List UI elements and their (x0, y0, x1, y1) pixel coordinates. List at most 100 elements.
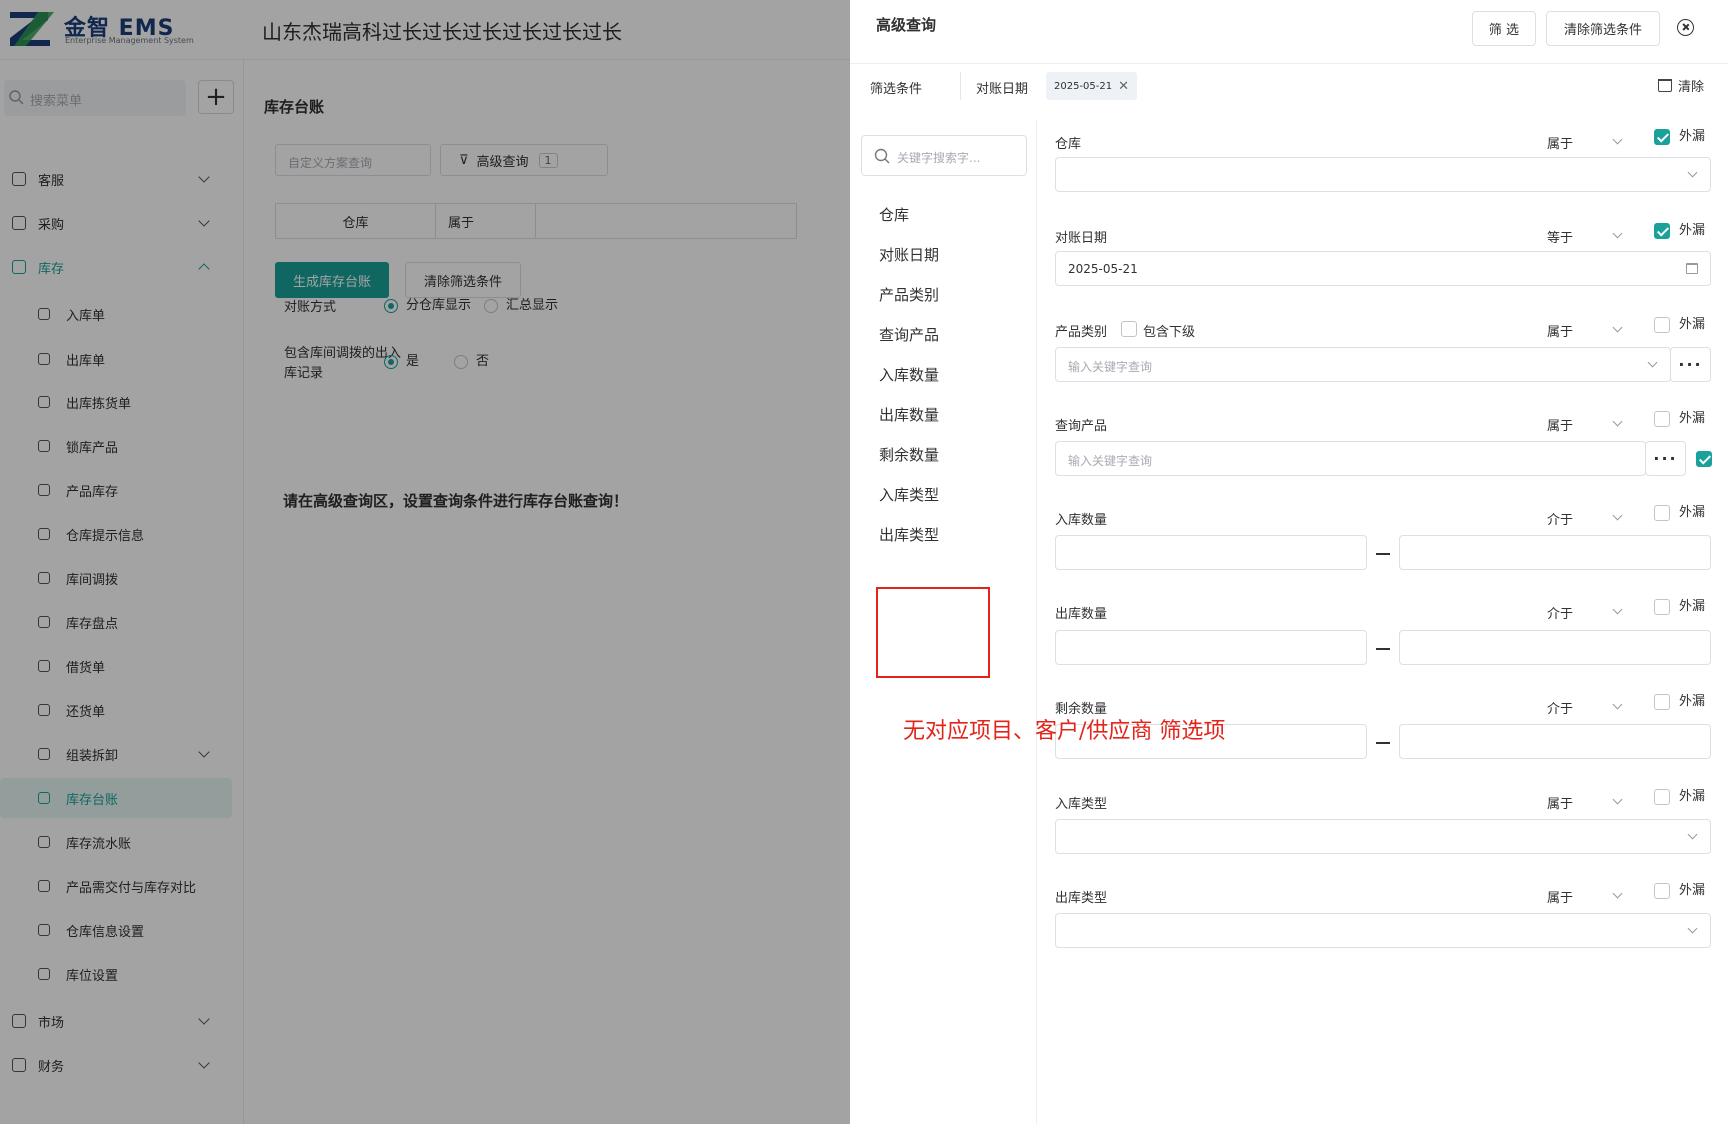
field-list-item[interactable]: 产品类别 (879, 284, 939, 305)
external-checkbox[interactable] (1654, 411, 1670, 427)
more-icon: ··· (1653, 449, 1678, 468)
date-input[interactable]: 2025-05-21 (1055, 251, 1711, 286)
operator-value: 属于 (1547, 891, 1574, 906)
field-label: 对账日期 (1055, 231, 1108, 246)
calendar-icon (1686, 263, 1698, 274)
field-list-item[interactable]: 剩余数量 (879, 444, 939, 465)
external-label: 外漏 (1679, 411, 1706, 426)
drawer-title: 高级查询 (876, 16, 937, 34)
chevron-down-icon (1687, 829, 1698, 840)
field-list-item[interactable]: 查询产品 (879, 324, 939, 345)
close-icon[interactable]: ✕ (1118, 79, 1129, 94)
operator-select[interactable]: 介于 (1547, 603, 1623, 622)
chevron-down-icon (1612, 134, 1623, 145)
field-list-item[interactable]: 出库数量 (879, 404, 939, 425)
out-qty-min-input[interactable] (1055, 630, 1367, 665)
product-more-button[interactable]: ··· (1645, 441, 1686, 476)
chevron-down-icon (1612, 228, 1623, 239)
chevron-down-icon (1647, 357, 1658, 368)
operator-value: 属于 (1547, 419, 1574, 434)
chevron-down-icon (1612, 416, 1623, 427)
external-checkbox[interactable] (1654, 694, 1670, 710)
in-type-select[interactable] (1055, 819, 1711, 854)
clear-filter-button[interactable]: 清除筛选条件 (1546, 11, 1660, 46)
condition-field-name: 对账日期 (976, 82, 1029, 97)
category-more-button[interactable]: ··· (1670, 347, 1711, 382)
operator-select[interactable]: 介于 (1547, 509, 1623, 528)
operator-select[interactable]: 属于 (1547, 793, 1623, 812)
operator-value: 介于 (1547, 607, 1574, 622)
operator-value: 介于 (1547, 513, 1574, 528)
operator-select[interactable]: 属于 (1547, 887, 1623, 906)
remain-qty-max-input[interactable] (1399, 724, 1711, 759)
external-checkbox[interactable] (1654, 505, 1670, 521)
product-extra-checkbox[interactable] (1696, 451, 1712, 467)
range-dash (1376, 742, 1390, 744)
chevron-down-icon (1612, 888, 1623, 899)
condition-tag[interactable]: 2025-05-21 ✕ (1046, 72, 1138, 100)
product-input[interactable]: 输入关键字查询 (1055, 441, 1646, 476)
in-qty-min-input[interactable] (1055, 535, 1367, 570)
field-list-item[interactable]: 入库数量 (879, 364, 939, 385)
external-checkbox[interactable] (1654, 129, 1670, 145)
date-value: 2025-05-21 (1068, 262, 1138, 276)
field-search-input[interactable]: 关键字搜索字... (861, 135, 1027, 176)
external-label: 外漏 (1679, 317, 1706, 332)
operator-select[interactable]: 属于 (1547, 133, 1623, 152)
operator-value: 属于 (1547, 325, 1574, 340)
field-label: 产品类别 (1055, 325, 1108, 340)
field-search-placeholder: 关键字搜索字... (897, 151, 981, 165)
operator-value: 属于 (1547, 797, 1574, 812)
field-label: 入库类型 (1055, 797, 1108, 812)
external-label: 外漏 (1679, 223, 1706, 238)
in-qty-max-input[interactable] (1399, 535, 1711, 570)
external-checkbox[interactable] (1654, 317, 1670, 333)
more-icon: ··· (1678, 355, 1703, 374)
operator-select[interactable]: 介于 (1547, 698, 1623, 717)
field-list-item[interactable]: 入库类型 (879, 484, 939, 505)
external-label: 外漏 (1679, 599, 1706, 614)
operator-select[interactable]: 属于 (1547, 321, 1623, 340)
range-dash (1376, 553, 1390, 555)
divider (850, 63, 1728, 64)
operator-select[interactable]: 属于 (1547, 415, 1623, 434)
external-checkbox[interactable] (1654, 789, 1670, 805)
category-select[interactable]: 输入关键字查询 (1055, 347, 1671, 382)
operator-value: 属于 (1547, 137, 1574, 152)
field-list-item[interactable]: 出库类型 (879, 524, 939, 545)
field-list-item[interactable]: 对账日期 (879, 244, 939, 265)
external-checkbox[interactable] (1654, 223, 1670, 239)
out-type-select[interactable] (1055, 913, 1711, 948)
operator-value: 介于 (1547, 702, 1574, 717)
field-label: 查询产品 (1055, 419, 1108, 434)
chevron-down-icon (1687, 923, 1698, 934)
include-children-checkbox[interactable] (1121, 321, 1137, 337)
external-label: 外漏 (1679, 883, 1706, 898)
external-checkbox[interactable] (1654, 599, 1670, 615)
operator-select[interactable]: 等于 (1547, 227, 1623, 246)
operator-value: 等于 (1547, 231, 1574, 246)
chevron-down-icon (1612, 794, 1623, 805)
field-list-item[interactable]: 仓库 (879, 204, 909, 225)
out-qty-max-input[interactable] (1399, 630, 1711, 665)
trash-icon (1658, 79, 1672, 92)
field-label: 出库数量 (1055, 607, 1108, 622)
warehouse-select[interactable] (1055, 157, 1711, 192)
close-icon[interactable] (1677, 19, 1694, 36)
chevron-down-icon (1687, 167, 1698, 178)
clear-conditions-label: 清除 (1678, 80, 1705, 95)
annotation-note: 无对应项目、客户/供应商 筛选项 (903, 719, 1226, 744)
external-checkbox[interactable] (1654, 883, 1670, 899)
range-dash (1376, 648, 1390, 650)
field-label: 出库类型 (1055, 891, 1108, 906)
product-placeholder: 输入关键字查询 (1068, 454, 1153, 468)
clear-conditions-button[interactable]: 清除 (1658, 76, 1704, 95)
apply-filter-button[interactable]: 筛 选 (1472, 11, 1536, 46)
external-label: 外漏 (1679, 789, 1706, 804)
external-label: 外漏 (1679, 694, 1706, 709)
chevron-down-icon (1612, 322, 1623, 333)
chevron-down-icon (1612, 699, 1623, 710)
chevron-down-icon (1612, 510, 1623, 521)
category-placeholder: 输入关键字查询 (1068, 360, 1153, 374)
divider (960, 72, 961, 100)
